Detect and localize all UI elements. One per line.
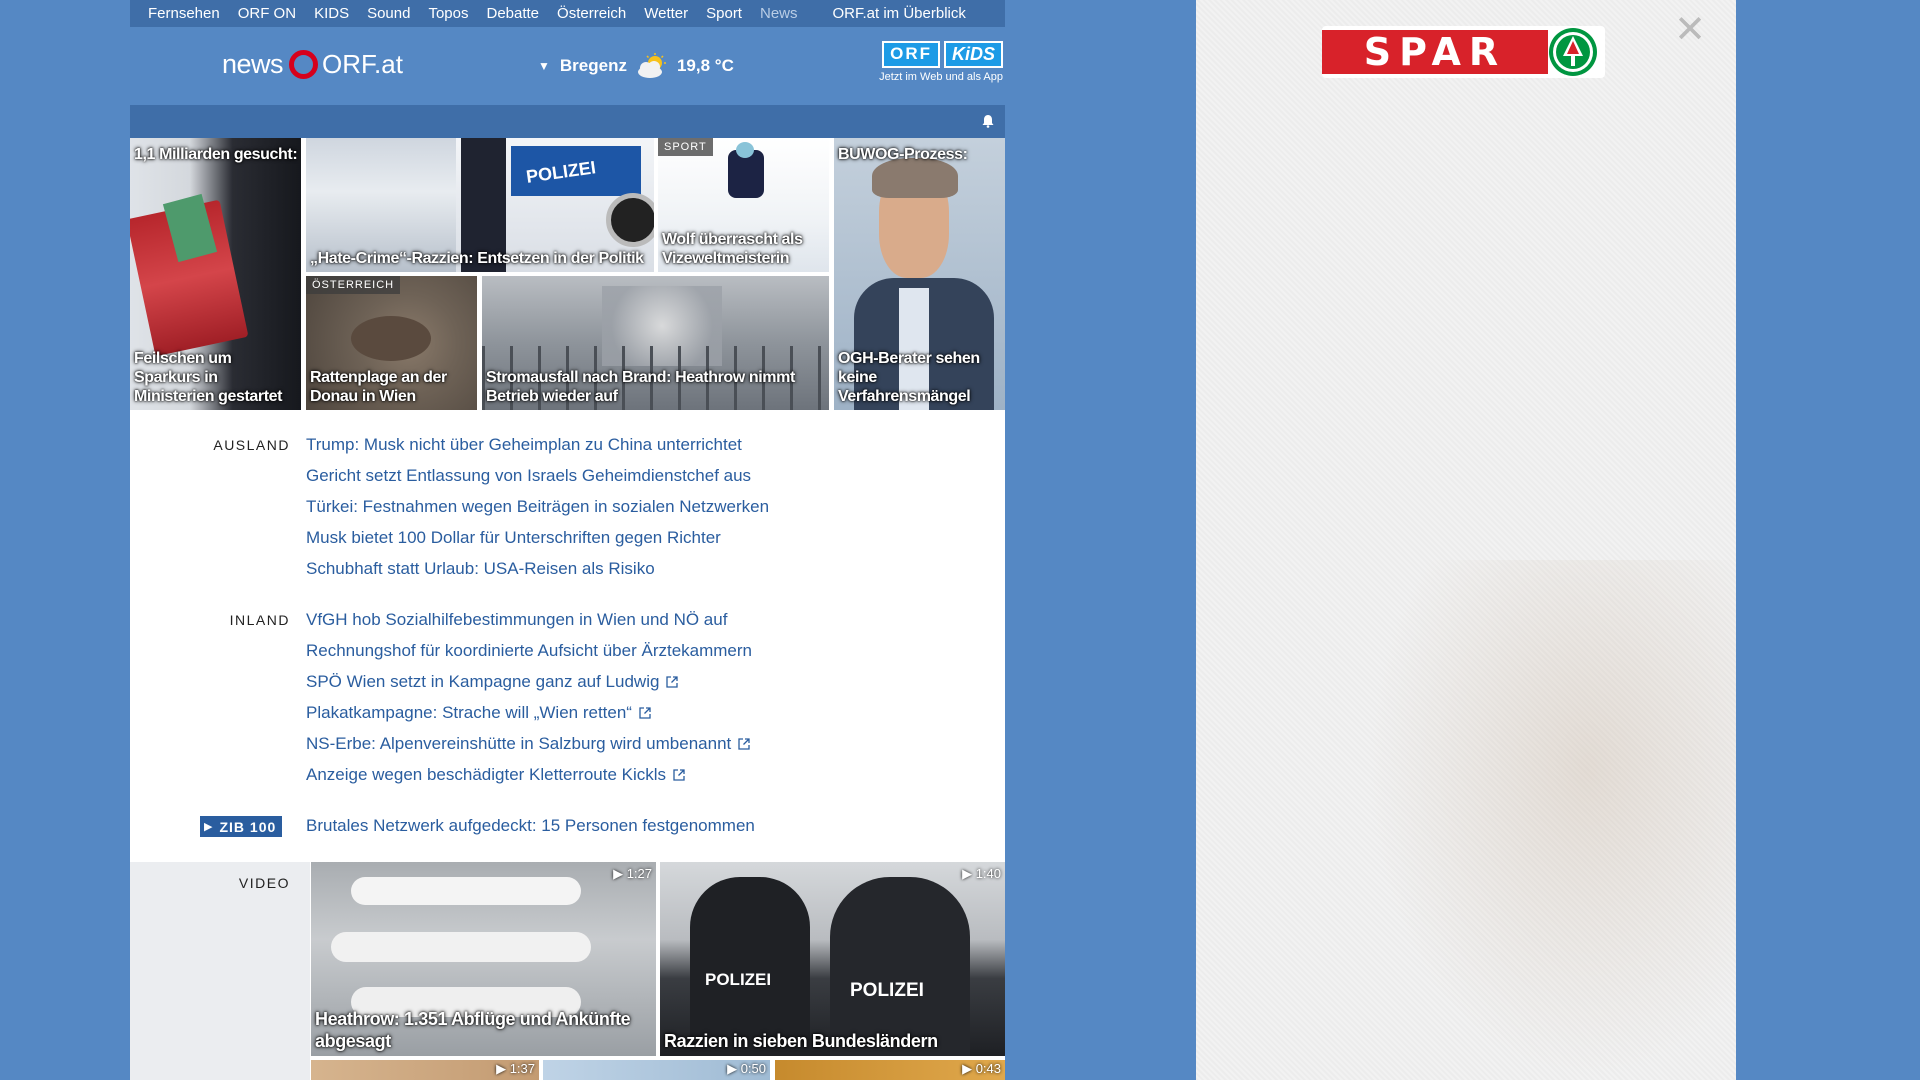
headline-link[interactable]: Schubhaft statt Urlaub: USA-Reisen als R… bbox=[306, 559, 655, 579]
category-badge: SPORT bbox=[658, 138, 713, 156]
story-tile-hate-crime[interactable]: POLIZEI „Hate-Crime“-Razzien: Entsetzen … bbox=[306, 138, 654, 272]
headline-link[interactable]: Gericht setzt Entlassung von Israels Geh… bbox=[306, 466, 751, 486]
headline-link-external[interactable]: Plakatkampagne: Strache will „Wien rette… bbox=[306, 703, 651, 723]
tile-caption: OGH-Berater sehen keine Verfahrensmängel bbox=[838, 350, 980, 405]
video-tile-razzien[interactable]: POLIZEI POLIZEI ▶ 1:40 Razzien in sieben… bbox=[660, 862, 1005, 1056]
tile-caption: Razzien in sieben Bundesländern bbox=[664, 1031, 938, 1051]
section-label-inland: INLAND bbox=[229, 612, 290, 628]
story-tile-sparkurs[interactable]: 1,1 Milliarden gesucht: Feilschen um Spa… bbox=[130, 138, 301, 410]
story-tile-buwog[interactable]: BUWOG-Prozess: OGH-Berater sehen keine V… bbox=[834, 138, 1005, 410]
spar-tree-icon bbox=[1549, 28, 1597, 76]
headline-link-external[interactable]: NS-Erbe: Alpenvereinshütte in Salzburg w… bbox=[306, 734, 750, 754]
video-duration: ▶ 1:37 bbox=[496, 1061, 535, 1076]
section-label-ausland: AUSLAND bbox=[213, 437, 290, 453]
spar-logo[interactable]: SPAR bbox=[1322, 26, 1605, 78]
orf-kids-kids-logo: KiDS bbox=[943, 41, 1003, 68]
top-navigation: Fernsehen ORF ON KIDS Sound Topos Debatt… bbox=[130, 0, 1005, 27]
tile-caption: Feilschen um Sparkurs in Ministerien ges… bbox=[134, 350, 283, 405]
sub-bar bbox=[130, 105, 1005, 138]
video-tile-heathrow[interactable]: ▶ 1:27 Heathrow: 1.351 Abflüge und Ankün… bbox=[311, 862, 656, 1056]
play-icon: ▶ bbox=[200, 816, 217, 837]
headline-text: Anzeige wegen beschädigter Kletterroute … bbox=[306, 765, 667, 784]
category-badge: ÖSTERREICH bbox=[306, 276, 401, 294]
bell-icon[interactable] bbox=[981, 114, 995, 131]
story-tile-rattenplage[interactable]: ÖSTERREICH Rattenplage an der Donau in W… bbox=[306, 276, 477, 410]
nav-item-oesterreich[interactable]: Österreich bbox=[539, 5, 626, 22]
orf-ring-icon bbox=[289, 50, 319, 79]
weather-widget[interactable]: ▼ Bregenz 19,8 °C bbox=[538, 53, 734, 79]
external-link-icon bbox=[666, 676, 679, 688]
orf-kids-orf-logo: ORF bbox=[882, 41, 940, 68]
zib100-badge[interactable]: ▶ ZIB 100 bbox=[200, 816, 283, 837]
external-link-icon bbox=[673, 769, 685, 781]
tile-caption: Rattenplage an der Donau in Wien bbox=[310, 369, 447, 405]
weather-city: Bregenz bbox=[559, 56, 627, 75]
nav-item-sport[interactable]: Sport bbox=[688, 5, 742, 22]
nav-item-wetter[interactable]: Wetter bbox=[626, 5, 688, 22]
nav-item-kids[interactable]: KIDS bbox=[296, 5, 349, 22]
tile-caption: Stromausfall nach Brand: Heathrow nimmt … bbox=[486, 369, 795, 405]
plane-image bbox=[351, 877, 581, 905]
headline-link[interactable]: Trump: Musk nicht über Geheimplan zu Chi… bbox=[306, 435, 742, 455]
rat-image bbox=[351, 316, 431, 361]
story-tile-sport-wolf[interactable]: SPORT Wolf überrascht als Vizeweltmeiste… bbox=[658, 138, 829, 272]
close-ad-button[interactable]: ✕ bbox=[1674, 10, 1706, 50]
zib100-label: ZIB 100 bbox=[216, 816, 283, 837]
advertisement-panel[interactable]: SPAR ✕ bbox=[1196, 0, 1736, 1080]
tile-top-title: 1,1 Milliarden gesucht: bbox=[134, 146, 298, 163]
headline-link[interactable]: Rechnungshof für koordinierte Aufsicht ü… bbox=[306, 641, 752, 661]
logo-news-text: news bbox=[222, 49, 284, 79]
headline-text: NS-Erbe: Alpenvereinshütte in Salzburg w… bbox=[306, 734, 732, 753]
caret-down-icon: ▼ bbox=[538, 59, 550, 73]
tile-caption: Wolf überrascht als Vizeweltmeisterin bbox=[662, 231, 803, 267]
orf-kids-promo[interactable]: ORF KiDS Jetzt im Web und als App bbox=[879, 41, 1003, 83]
video-section-sidebar bbox=[130, 862, 310, 1080]
nav-item-sound[interactable]: Sound bbox=[349, 5, 410, 22]
headline-text: Plakatkampagne: Strache will „Wien rette… bbox=[306, 703, 632, 722]
headline-link-external[interactable]: Anzeige wegen beschädigter Kletterroute … bbox=[306, 765, 685, 785]
weather-temperature: 19,8 °C bbox=[676, 56, 734, 75]
tile-caption: Heathrow: 1.351 Abflüge und Ankünfte abg… bbox=[315, 1009, 631, 1051]
nav-item-overview[interactable]: ORF.at im Überblick bbox=[798, 5, 966, 22]
nav-item-news[interactable]: News bbox=[742, 5, 798, 22]
headline-link[interactable]: Musk bietet 100 Dollar für Unterschrifte… bbox=[306, 528, 721, 548]
video-tile[interactable]: ▶ 0:50 bbox=[543, 1060, 770, 1080]
nav-item-fernsehen[interactable]: Fernsehen bbox=[130, 5, 220, 22]
nav-item-debatte[interactable]: Debatte bbox=[468, 5, 539, 22]
tile-caption: „Hate-Crime“-Razzien: Entsetzen in der P… bbox=[310, 250, 644, 267]
headline-link[interactable]: Türkei: Festnahmen wegen Beiträgen in so… bbox=[306, 497, 769, 517]
video-tile[interactable]: ▶ 1:37 bbox=[311, 1060, 539, 1080]
external-link-icon bbox=[738, 738, 750, 750]
nav-item-orf-on[interactable]: ORF ON bbox=[220, 5, 296, 22]
main-content: 1,1 Milliarden gesucht: Feilschen um Spa… bbox=[130, 138, 1005, 1080]
news-orf-logo[interactable]: news ORF.at bbox=[222, 49, 403, 80]
partly-cloudy-icon bbox=[635, 53, 669, 79]
site-header: news ORF.at ▼ Bregenz 19,8 °C ORF KiDS J… bbox=[130, 27, 1005, 105]
video-duration: ▶ 1:40 bbox=[962, 866, 1001, 881]
video-duration: ▶ 1:27 bbox=[613, 866, 652, 881]
story-tile-heathrow[interactable]: Stromausfall nach Brand: Heathrow nimmt … bbox=[482, 276, 829, 410]
video-duration: ▶ 0:43 bbox=[962, 1061, 1001, 1076]
ad-person-image bbox=[1366, 560, 1736, 1080]
headline-link[interactable]: VfGH hob Sozialhilfebestimmungen in Wien… bbox=[306, 610, 727, 630]
video-duration: ▶ 0:50 bbox=[727, 1061, 766, 1076]
section-label-video: VIDEO bbox=[238, 875, 290, 891]
zib-headline-link[interactable]: Brutales Netzwerk aufgedeckt: 15 Persone… bbox=[306, 816, 755, 836]
spar-wordmark: SPAR bbox=[1322, 30, 1548, 74]
video-tile[interactable]: ▶ 0:43 bbox=[775, 1060, 1005, 1080]
logo-orf-text: ORF.at bbox=[322, 49, 403, 79]
tile-top-title: BUWOG-Prozess: bbox=[838, 146, 968, 163]
headline-text: SPÖ Wien setzt in Kampagne ganz auf Ludw… bbox=[306, 672, 660, 691]
external-link-icon bbox=[639, 707, 651, 719]
nav-item-topos[interactable]: Topos bbox=[410, 5, 468, 22]
orf-kids-subtitle: Jetzt im Web und als App bbox=[879, 71, 1003, 83]
headline-link-external[interactable]: SPÖ Wien setzt in Kampagne ganz auf Ludw… bbox=[306, 672, 679, 692]
